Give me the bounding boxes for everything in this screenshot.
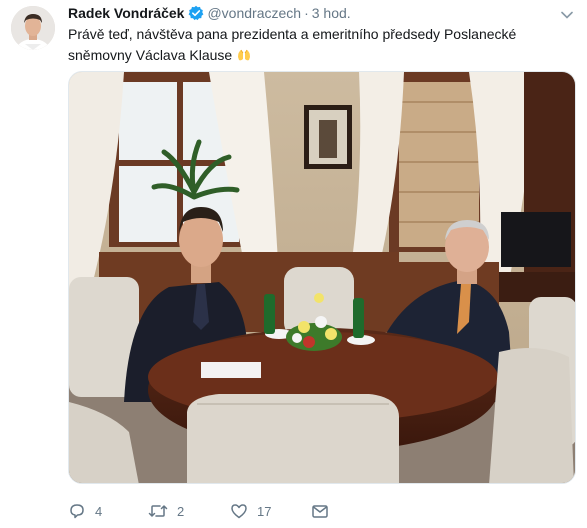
- chevron-down-icon[interactable]: [561, 6, 573, 24]
- meeting-photo: [69, 72, 575, 483]
- tweet-body: Právě teď, návštěva pana prezidenta a em…: [68, 26, 517, 63]
- tweet-timestamp[interactable]: 3 hod.: [312, 5, 351, 21]
- author-name[interactable]: Radek Vondráček: [68, 5, 184, 21]
- reply-icon: [70, 504, 84, 519]
- author-avatar[interactable]: [11, 6, 55, 50]
- envelope-icon: [312, 505, 328, 518]
- tweet-card[interactable]: Radek Vondráček @vondraczech · 3 hod. Právě…: [0, 0, 587, 528]
- like-count: 17: [257, 503, 272, 519]
- retweet-icon: [148, 505, 168, 517]
- heart-icon: [231, 504, 247, 519]
- reply-button[interactable]: 4: [68, 500, 102, 522]
- reply-count: 4: [95, 503, 103, 519]
- retweet-count: 2: [177, 503, 185, 519]
- tweet-text: Právě teď, návštěva pana prezidenta a em…: [68, 24, 578, 69]
- tweet-header: Radek Vondráček @vondraczech · 3 hod.: [68, 3, 351, 23]
- like-button[interactable]: 17: [230, 500, 271, 522]
- message-button[interactable]: [311, 500, 338, 522]
- raised-hands-icon: [236, 47, 252, 69]
- tweet-photo[interactable]: [68, 71, 576, 484]
- tweet-actions: 4 2 17: [68, 500, 468, 522]
- author-handle[interactable]: @vondraczech: [207, 5, 301, 21]
- retweet-button[interactable]: 2: [148, 500, 184, 522]
- avatar-photo: [11, 6, 55, 50]
- verified-badge-icon: [188, 5, 204, 26]
- separator-dot: ·: [304, 5, 309, 21]
